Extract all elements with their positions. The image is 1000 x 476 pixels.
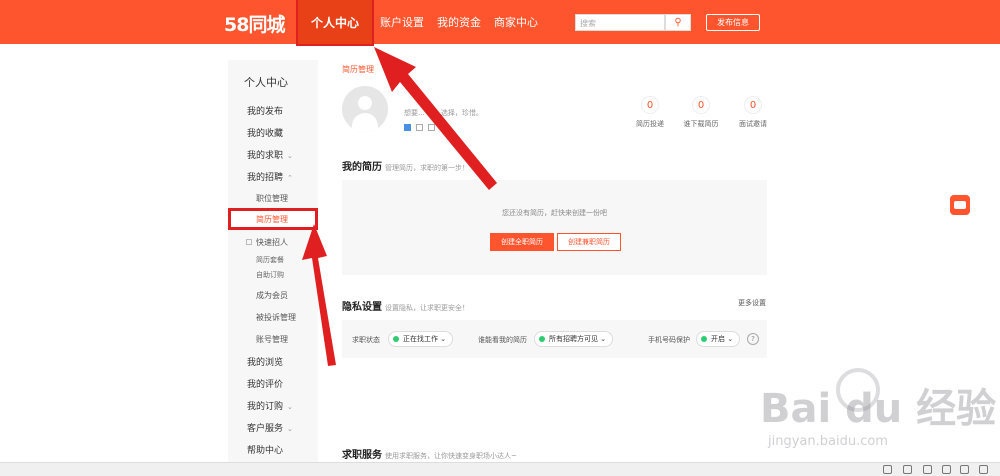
- annotation-arrow-top: [374, 47, 497, 190]
- extension-icon[interactable]: [883, 465, 892, 474]
- window-icon[interactable]: [960, 465, 969, 474]
- zoom-icon[interactable]: [979, 465, 988, 474]
- sound-icon[interactable]: [942, 465, 951, 474]
- annotation-arrows: [302, 47, 497, 366]
- annotation-arrow-bottom: [302, 224, 336, 366]
- browser-status-bar: [0, 462, 1000, 476]
- download-icon[interactable]: [903, 465, 912, 474]
- trash-icon[interactable]: [923, 465, 932, 474]
